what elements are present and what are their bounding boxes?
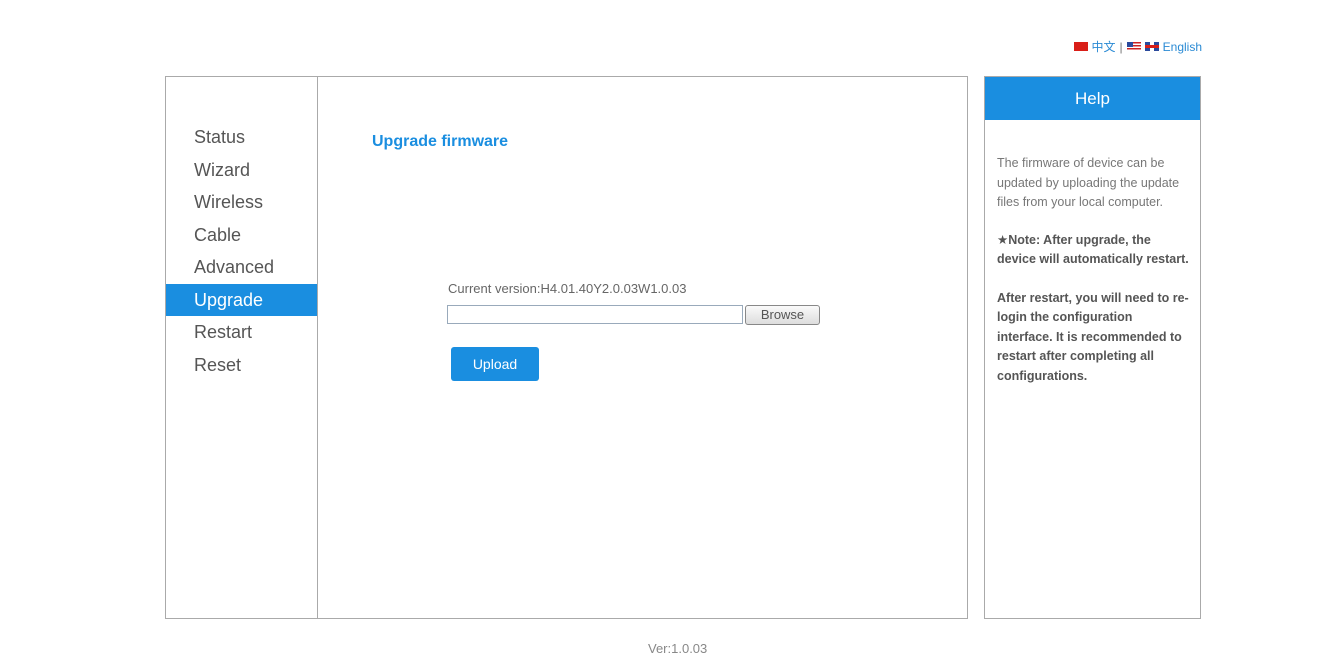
help-note-text: Note: After upgrade, the device will aut…: [997, 232, 1189, 267]
china-flag-icon[interactable]: [1073, 42, 1088, 51]
english-language-link[interactable]: English: [1163, 40, 1202, 54]
sidebar-item-restart[interactable]: Restart: [166, 316, 317, 349]
help-note: ★Note: After upgrade, the device will au…: [997, 231, 1190, 270]
sidebar-item-status[interactable]: Status: [166, 121, 317, 154]
sidebar-item-wireless[interactable]: Wireless: [166, 186, 317, 219]
current-version-text: Current version:H4.01.40Y2.0.03W1.0.03: [448, 281, 687, 296]
sidebar-item-wizard[interactable]: Wizard: [166, 154, 317, 187]
uk-flag-icon[interactable]: [1144, 42, 1159, 51]
language-separator: |: [1119, 39, 1123, 54]
sidebar-item-advanced[interactable]: Advanced: [166, 251, 317, 284]
chinese-language-link[interactable]: 中文: [1092, 38, 1116, 55]
language-switcher: 中文 | English: [1073, 38, 1202, 55]
help-panel: Help The firmware of device can be updat…: [984, 76, 1201, 619]
page-title: Upgrade firmware: [372, 133, 509, 150]
help-body: The firmware of device can be updated by…: [985, 120, 1200, 386]
sidebar-item-cable[interactable]: Cable: [166, 219, 317, 252]
us-flag-icon[interactable]: [1126, 42, 1141, 51]
browse-button[interactable]: Browse: [745, 305, 820, 325]
sidebar-nav: Status Wizard Wireless Cable Advanced Up…: [166, 121, 317, 381]
help-description: The firmware of device can be updated by…: [997, 156, 1180, 209]
sidebar: Status Wizard Wireless Cable Advanced Up…: [166, 77, 318, 618]
help-note-restart: After restart, you will need to re-login…: [997, 290, 1189, 383]
sidebar-item-upgrade[interactable]: Upgrade: [166, 283, 317, 316]
firmware-file-input[interactable]: [447, 305, 743, 324]
sidebar-item-reset[interactable]: Reset: [166, 349, 317, 382]
footer-version: Ver:1.0.03: [648, 641, 708, 656]
star-icon: ★: [997, 232, 1009, 247]
content-area: Upgrade firmware Current version:H4.01.4…: [318, 77, 967, 618]
upload-button[interactable]: Upload: [451, 347, 539, 381]
main-panel: Status Wizard Wireless Cable Advanced Up…: [165, 76, 968, 619]
help-title: Help: [985, 77, 1200, 120]
